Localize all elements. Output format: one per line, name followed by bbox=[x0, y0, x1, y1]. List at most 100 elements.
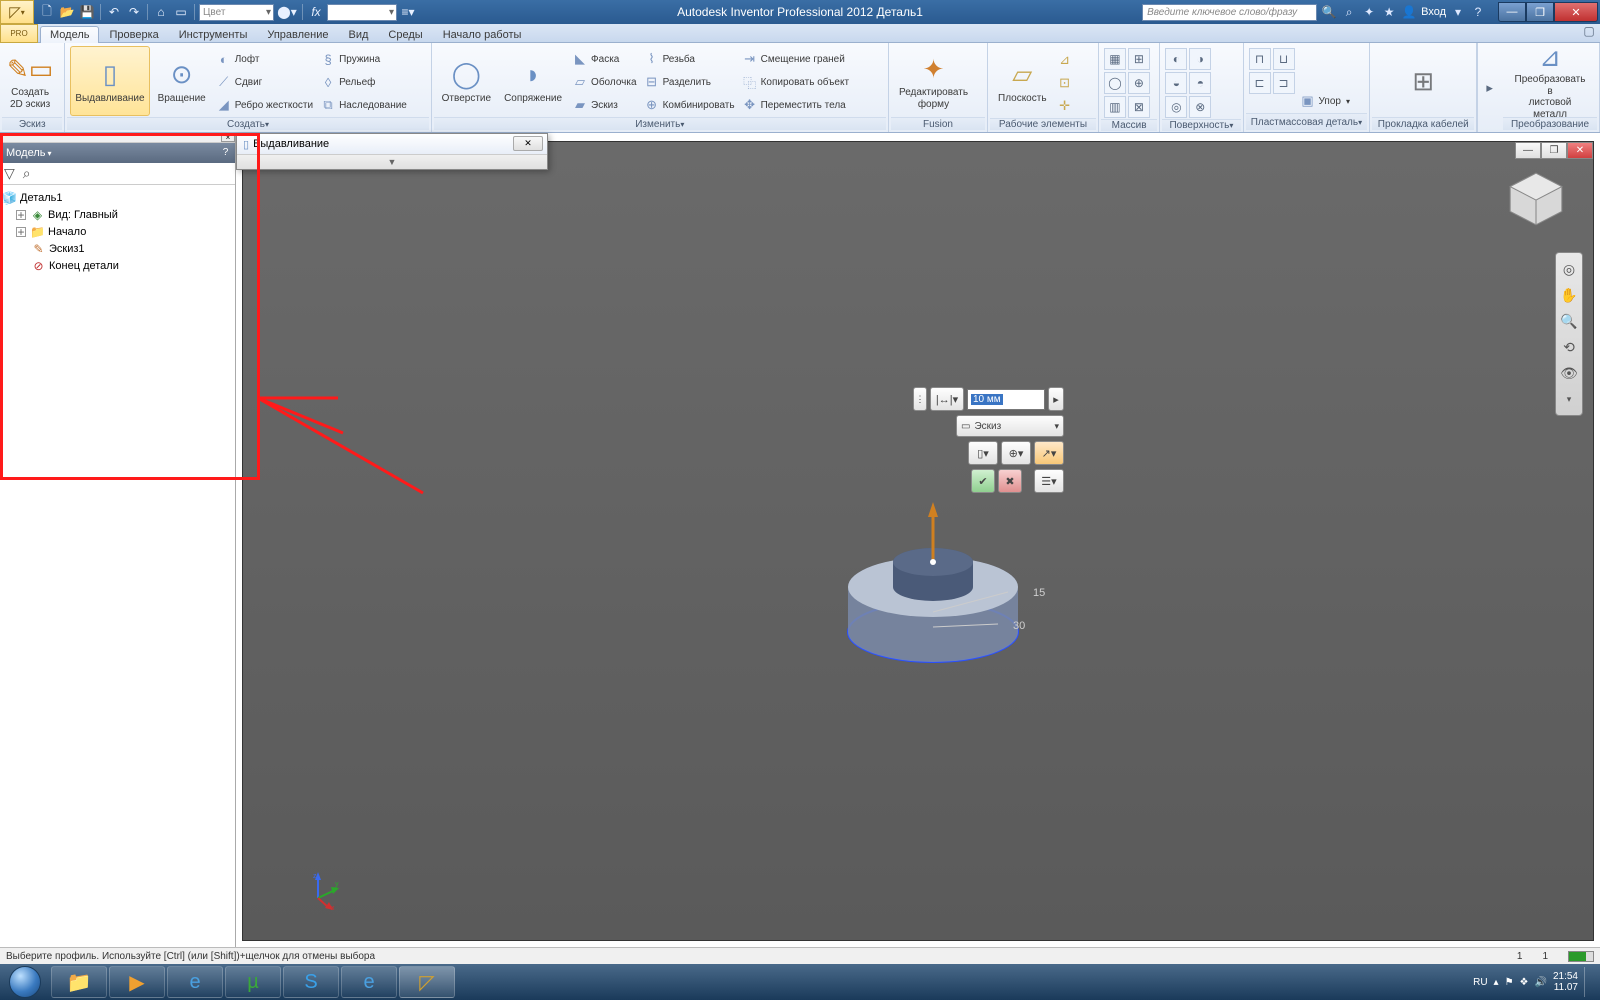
extrude-button[interactable]: ▯ Выдавливание bbox=[70, 46, 149, 116]
doc-restore-button[interactable]: ❐ bbox=[1541, 142, 1567, 159]
chamfer-button[interactable]: ◣Фаска bbox=[570, 48, 639, 70]
loft-button[interactable]: ◐Лофт bbox=[214, 48, 315, 70]
expand-icon[interactable]: + bbox=[16, 227, 26, 237]
thicken-button[interactable]: ▣Упор▾ bbox=[1298, 90, 1352, 112]
surface-grid[interactable]: ◐◑◒◓◎⊗ bbox=[1165, 46, 1211, 118]
tab-view[interactable]: Вид bbox=[339, 26, 379, 43]
favorite-icon[interactable]: ★ bbox=[1381, 4, 1397, 20]
dialog-close-button[interactable]: ✕ bbox=[513, 136, 543, 151]
fillet-button[interactable]: ◗ Сопряжение bbox=[499, 46, 567, 116]
expand-icon[interactable]: + bbox=[16, 210, 26, 220]
help-icon[interactable]: ? bbox=[1470, 4, 1486, 20]
doc-close-button[interactable]: ✕ bbox=[1567, 142, 1593, 159]
tray-volume-icon[interactable]: 🔊 bbox=[1535, 977, 1547, 988]
taskbar-explorer[interactable]: 📁 bbox=[51, 966, 107, 998]
search-icon[interactable]: 🔍 bbox=[1321, 4, 1337, 20]
taskbar-utorrent[interactable]: µ bbox=[225, 966, 281, 998]
browser-help-icon[interactable]: ? bbox=[218, 145, 233, 160]
extrude-dialog[interactable]: ▯ Выдавливание ✕ ▼ bbox=[236, 133, 548, 170]
tab-model[interactable]: Модель bbox=[40, 26, 99, 43]
qat-fx-combo[interactable] bbox=[327, 4, 397, 21]
copy-object-button[interactable]: ⿻Копировать объект bbox=[740, 71, 851, 93]
face-offset-button[interactable]: ⇥Смещение граней bbox=[740, 48, 851, 70]
filter-icon[interactable]: ▽ bbox=[4, 165, 15, 182]
window-maximize-button[interactable]: ❐ bbox=[1526, 2, 1554, 22]
help-dropdown-icon[interactable]: ▾ bbox=[1450, 4, 1466, 20]
thread-button[interactable]: ⌇Резьба bbox=[642, 48, 737, 70]
qat-save-icon[interactable]: 💾 bbox=[78, 3, 96, 21]
hud-ok-button[interactable]: ✔ bbox=[971, 469, 995, 493]
nav-orbit-icon[interactable]: ⟲ bbox=[1559, 337, 1579, 357]
qat-material-icon[interactable]: ⬤▾ bbox=[276, 3, 298, 21]
tray-clock[interactable]: 21:5411.07 bbox=[1553, 971, 1578, 993]
qat-select-icon[interactable]: ▭ bbox=[172, 3, 190, 21]
ribbon-expand-icon[interactable]: ▢ bbox=[1578, 24, 1600, 42]
hud-direction[interactable]: ↗▾ bbox=[1034, 441, 1064, 465]
qat-fx-icon[interactable]: fx bbox=[307, 3, 325, 21]
hud-operation-join[interactable]: ⊕▾ bbox=[1001, 441, 1031, 465]
pattern-grid[interactable]: ▦⊞◯⊕▥⊠ bbox=[1104, 46, 1150, 118]
help-search-input[interactable]: Введите ключевое слово/фразу bbox=[1142, 4, 1317, 21]
hud-options-button[interactable]: ☰▾ bbox=[1034, 469, 1064, 493]
qat-open-icon[interactable]: 📂 bbox=[58, 3, 76, 21]
edit-form-button[interactable]: ✦ Редактировать форму bbox=[894, 46, 973, 116]
hud-distance-input[interactable]: 10 мм bbox=[967, 389, 1045, 410]
window-minimize-button[interactable]: — bbox=[1498, 2, 1526, 22]
user-icon[interactable]: 👤 bbox=[1401, 4, 1417, 20]
rib-button[interactable]: ◢Ребро жесткости bbox=[214, 94, 315, 116]
tray-network-icon[interactable]: ❖ bbox=[1520, 977, 1529, 988]
draft-button[interactable]: ▰Эскиз bbox=[570, 94, 639, 116]
dialog-expand-toggle[interactable]: ▼ bbox=[237, 154, 547, 169]
revolve-button[interactable]: ⊙ Вращение bbox=[153, 46, 211, 116]
tray-arrow-icon[interactable]: ▴ bbox=[1494, 977, 1499, 988]
nav-zoom-icon[interactable]: 🔍 bbox=[1559, 311, 1579, 331]
3d-viewport[interactable]: — ❐ ✕ ◎ ✋ 🔍 ⟲ 👁 ▾ ⋮ |↔|▾ bbox=[242, 141, 1594, 941]
tab-manage[interactable]: Управление bbox=[257, 26, 338, 43]
taskbar-ie2[interactable]: e bbox=[341, 966, 397, 998]
tray-lang[interactable]: RU bbox=[1473, 977, 1487, 988]
nav-pan-icon[interactable]: ✋ bbox=[1559, 285, 1579, 305]
convert-sheet-button[interactable]: ⊿ Преобразовать в листовой металл bbox=[1506, 46, 1594, 116]
panel-surface-label[interactable]: Поверхность bbox=[1162, 119, 1240, 131]
hole-button[interactable]: ◯ Отверстие bbox=[437, 46, 496, 116]
combine-button[interactable]: ⊕Комбинировать bbox=[642, 94, 737, 116]
login-link[interactable]: Вход bbox=[1421, 6, 1446, 18]
hud-distance-mode[interactable]: |↔|▾ bbox=[930, 387, 964, 411]
move-bodies-button[interactable]: ✥Переместить тела bbox=[740, 94, 851, 116]
qat-color-combo[interactable]: Цвет bbox=[199, 4, 274, 21]
show-desktop-button[interactable] bbox=[1584, 967, 1594, 997]
ribbon-scroll-right[interactable]: ▸ bbox=[1477, 43, 1501, 132]
app-menu[interactable]: ◸▾ bbox=[0, 0, 34, 24]
plastic-grid[interactable]: ⊓⊔⊏⊐ bbox=[1249, 46, 1295, 94]
tab-tools[interactable]: Инструменты bbox=[169, 26, 258, 43]
panel-create-label[interactable]: Создать bbox=[67, 117, 428, 130]
browser-close-button[interactable]: × bbox=[221, 133, 235, 142]
qat-new-icon[interactable]: 🗋 bbox=[38, 3, 56, 21]
hud-output-solid[interactable]: ▯▾ bbox=[968, 441, 998, 465]
find-icon[interactable]: ⌕ bbox=[23, 165, 31, 182]
taskbar-media[interactable]: ▶ bbox=[109, 966, 165, 998]
coil-button[interactable]: §Пружина bbox=[318, 48, 409, 70]
hud-grip-icon[interactable]: ⋮ bbox=[913, 387, 927, 411]
window-close-button[interactable]: ✕ bbox=[1554, 2, 1598, 22]
sweep-button[interactable]: ⟋Сдвиг bbox=[214, 71, 315, 93]
nav-lookat-icon[interactable]: 👁 bbox=[1559, 363, 1579, 383]
emboss-button[interactable]: ◊Рельеф bbox=[318, 71, 409, 93]
qat-home-icon[interactable]: ⌂ bbox=[152, 3, 170, 21]
qat-undo-icon[interactable]: ↶ bbox=[105, 3, 123, 21]
tab-env[interactable]: Среды bbox=[378, 26, 432, 43]
plane-button[interactable]: ▱ Плоскость bbox=[993, 46, 1052, 116]
panel-plastic-label[interactable]: Пластмассовая деталь bbox=[1246, 113, 1368, 130]
hud-spinner-icon[interactable]: ▸ bbox=[1048, 387, 1064, 411]
nav-bar[interactable]: ◎ ✋ 🔍 ⟲ 👁 ▾ bbox=[1555, 252, 1583, 416]
browser-title[interactable]: Модель bbox=[6, 147, 45, 159]
sub-icon[interactable]: ⌕ bbox=[1341, 4, 1357, 20]
taskbar-skype[interactable]: S bbox=[283, 966, 339, 998]
qat-more-icon[interactable]: ≡▾ bbox=[399, 3, 417, 21]
taskbar-inventor[interactable]: ◸ bbox=[399, 966, 455, 998]
tab-inspect[interactable]: Проверка bbox=[99, 26, 168, 43]
exchange-icon[interactable]: ✦ bbox=[1361, 4, 1377, 20]
doc-minimize-button[interactable]: — bbox=[1515, 142, 1541, 159]
derive-button[interactable]: ⧉Наследование bbox=[318, 94, 409, 116]
taskbar-ie[interactable]: e bbox=[167, 966, 223, 998]
